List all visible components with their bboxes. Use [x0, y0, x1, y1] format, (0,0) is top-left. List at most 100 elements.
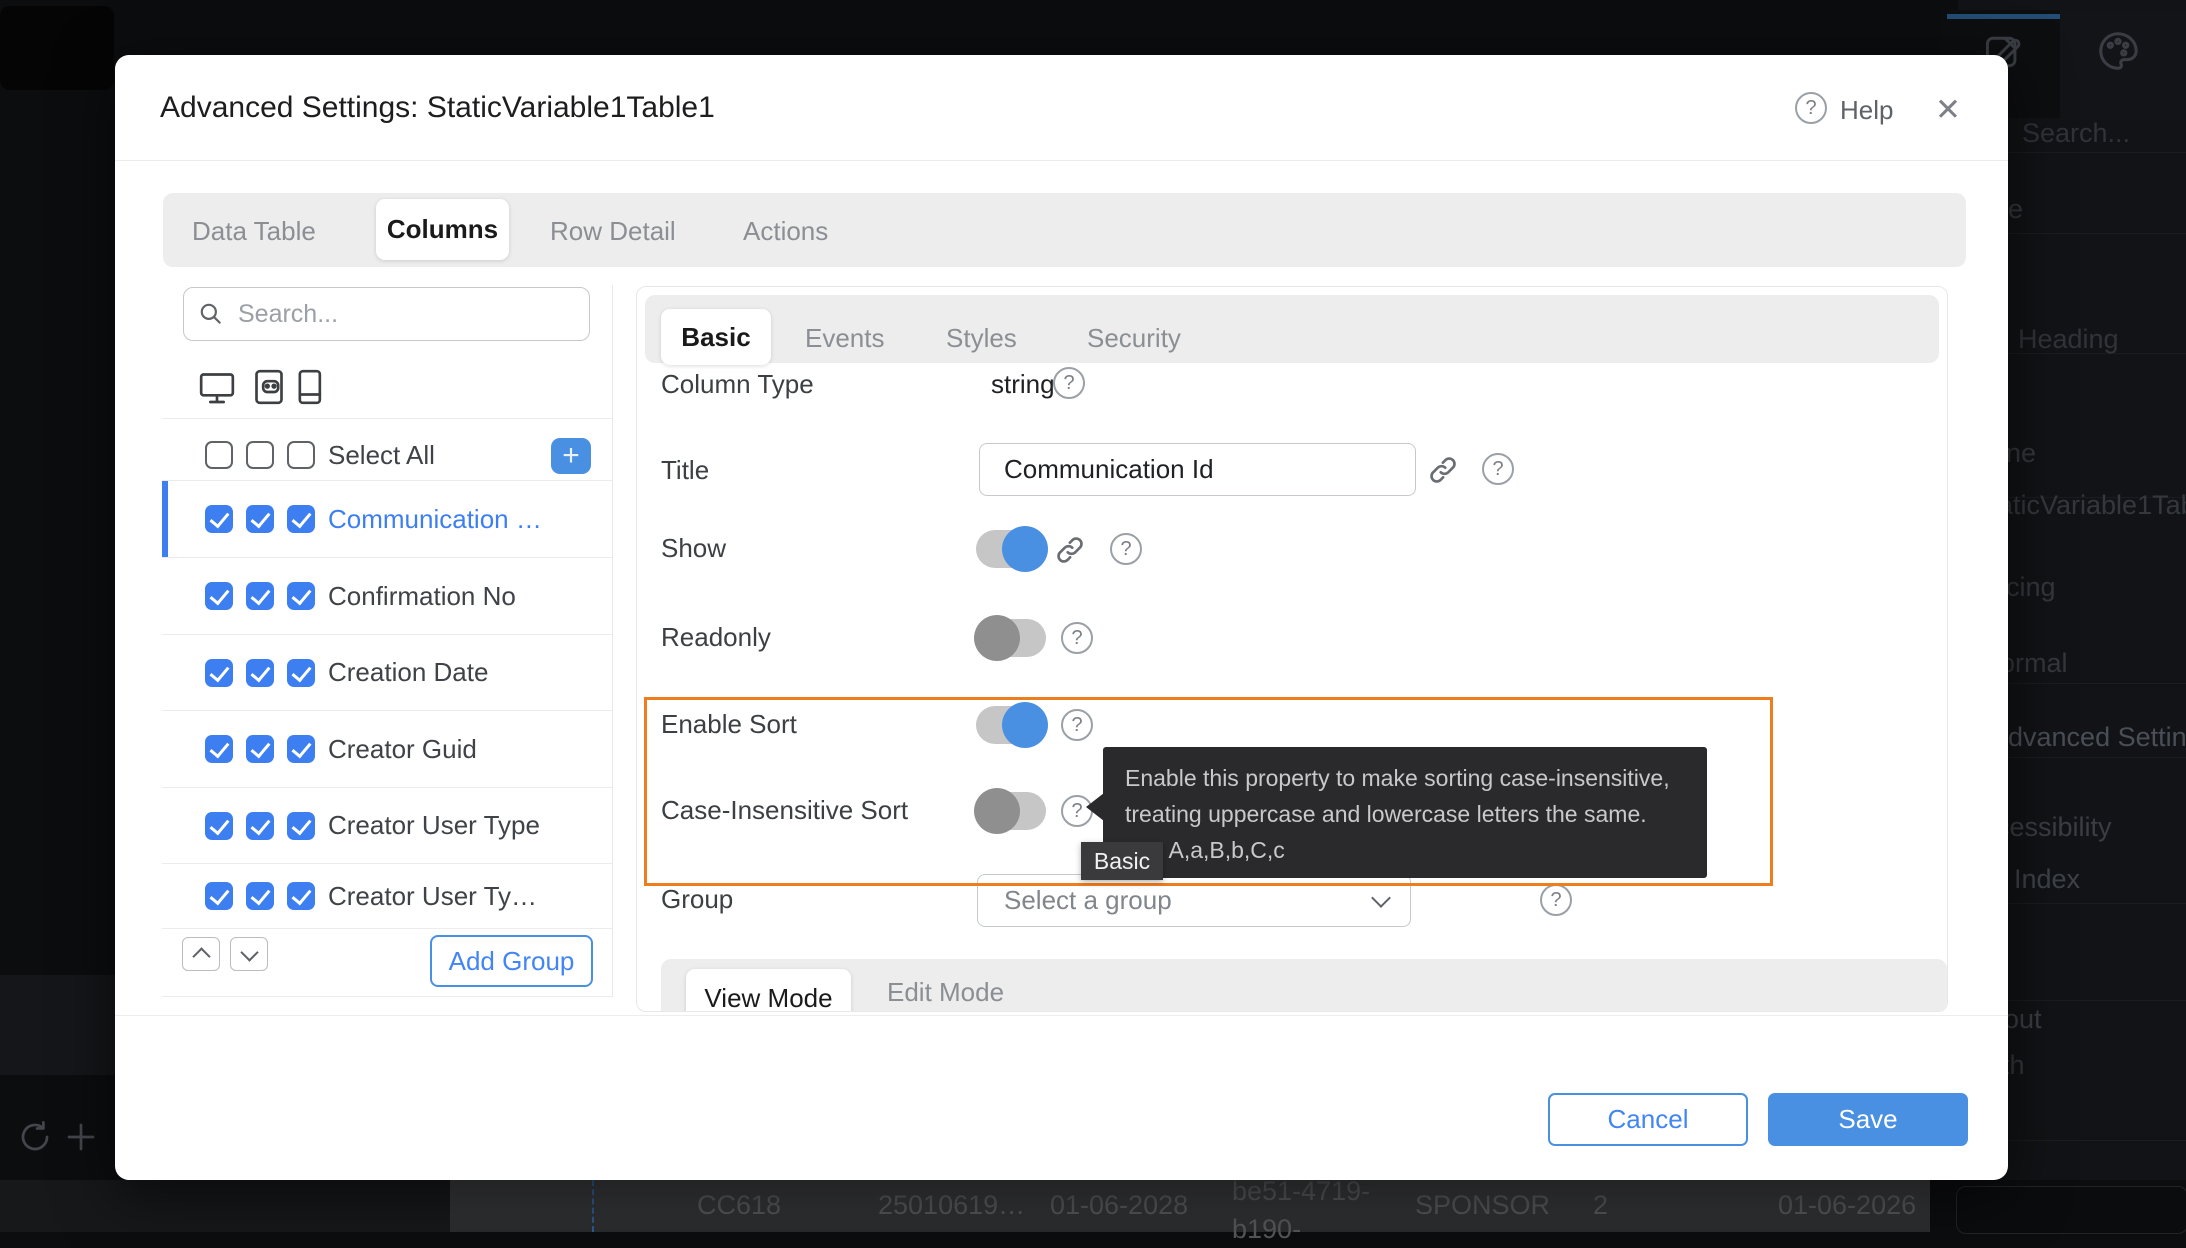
tooltip-badge: Basic [1081, 842, 1163, 880]
group-select-placeholder: Select a group [1004, 885, 1172, 916]
bg-sidebar-label: out [2004, 1004, 2042, 1035]
table-cell: 25010619… [878, 1190, 1025, 1221]
bg-sidebar-label: Index [2014, 864, 2080, 895]
select-all-row[interactable]: Select All [162, 430, 612, 480]
save-button[interactable]: Save [1768, 1093, 1968, 1146]
tablet-checkbox[interactable] [246, 735, 274, 763]
link-icon[interactable] [1054, 534, 1086, 566]
column-type-value: string [991, 369, 1055, 400]
columns-list-panel: Select All + Communication … Confirmatio… [162, 285, 613, 997]
help-icon[interactable]: ? [1540, 884, 1572, 916]
search-input[interactable] [236, 299, 540, 330]
desktop-checkbox[interactable] [205, 812, 233, 840]
desktop-checkbox[interactable] [205, 659, 233, 687]
column-label: Confirmation No [328, 581, 516, 612]
phone-icon[interactable] [289, 367, 329, 407]
tab-view-mode[interactable]: View Mode [686, 969, 851, 1012]
phone-checkbox[interactable] [287, 735, 315, 763]
tablet-checkbox[interactable] [246, 659, 274, 687]
desktop-checkbox[interactable] [205, 582, 233, 610]
table-cell: 01-06-2028 [1050, 1190, 1188, 1221]
tooltip-arrow [1086, 793, 1104, 821]
bg-sidebar-label: Heading [2018, 324, 2119, 355]
tab-styles[interactable]: Styles [946, 323, 1017, 354]
tab-security[interactable]: Security [1087, 323, 1181, 354]
move-down-button[interactable] [230, 937, 268, 971]
tab-row-detail[interactable]: Row Detail [550, 216, 676, 247]
tab-events[interactable]: Events [805, 323, 885, 354]
mode-tab-bar: Edit Mode [661, 959, 1947, 1012]
column-row[interactable]: Creator User Type [162, 787, 612, 863]
bg-sidebar-label: aticVariable1Table [1998, 490, 2186, 521]
show-toggle[interactable] [976, 530, 1046, 568]
bg-sidebar-label: ormal [2000, 648, 2068, 679]
add-group-button[interactable]: Add Group [430, 935, 593, 987]
palette-icon [2095, 28, 2141, 74]
tablet-checkbox[interactable] [246, 582, 274, 610]
chevron-down-icon [240, 943, 258, 961]
chevron-up-icon [192, 947, 210, 965]
phone-checkbox[interactable] [287, 441, 315, 469]
group-label: Group [661, 884, 733, 915]
table-cell: be51-4719-b190- [1232, 1172, 1382, 1248]
tablet-checkbox[interactable] [246, 505, 274, 533]
title-input[interactable] [979, 443, 1416, 496]
phone-checkbox[interactable] [287, 812, 315, 840]
phone-checkbox[interactable] [287, 582, 315, 610]
phone-checkbox[interactable] [287, 659, 315, 687]
tab-data-table[interactable]: Data Table [192, 216, 316, 247]
tablet-checkbox[interactable] [246, 882, 274, 910]
help-link[interactable]: Help [1840, 95, 1893, 126]
phone-checkbox[interactable] [287, 505, 315, 533]
column-label: Creator Guid [328, 734, 477, 765]
desktop-icon[interactable] [197, 367, 237, 407]
bg-column-selection-dashed-line [592, 1180, 594, 1232]
bg-active-tab-indicator [1947, 14, 2060, 19]
modal-title: Advanced Settings: StaticVariable1Table1 [160, 91, 715, 125]
cancel-button[interactable]: Cancel [1548, 1093, 1748, 1146]
help-icon[interactable]: ? [1061, 622, 1093, 654]
help-icon[interactable]: ? [1053, 367, 1085, 399]
tablet-checkbox[interactable] [246, 812, 274, 840]
close-icon[interactable]: ✕ [1935, 92, 1961, 128]
desktop-checkbox[interactable] [205, 735, 233, 763]
column-label: Creator User Ty… [328, 881, 537, 912]
add-column-button[interactable]: + [551, 438, 591, 474]
table-cell: CC618 [697, 1190, 781, 1221]
column-row[interactable]: Creator User Ty… [162, 863, 612, 928]
tab-basic[interactable]: Basic [661, 309, 771, 365]
chevron-down-icon [1371, 888, 1391, 908]
bg-sidebar-label: e [2008, 194, 2023, 225]
tab-columns[interactable]: Columns [376, 199, 509, 260]
column-settings-panel: Basic Events Styles Security Column Type… [636, 286, 1948, 1012]
desktop-checkbox[interactable] [205, 441, 233, 469]
phone-checkbox[interactable] [287, 882, 315, 910]
help-icon[interactable]: ? [1795, 92, 1827, 124]
tab-edit-mode[interactable]: Edit Mode [887, 977, 1004, 1008]
readonly-toggle[interactable] [976, 619, 1046, 657]
select-all-label: Select All [328, 440, 435, 471]
tablet-robot-icon[interactable] [249, 367, 289, 407]
link-icon[interactable] [1427, 454, 1459, 486]
column-row[interactable]: Confirmation No [162, 557, 612, 634]
help-icon[interactable]: ? [1110, 533, 1142, 565]
column-row[interactable]: Creator Guid [162, 710, 612, 787]
background-left-strip [0, 975, 118, 1075]
readonly-label: Readonly [661, 622, 771, 653]
help-icon[interactable]: ? [1482, 453, 1514, 485]
column-row[interactable]: Creation Date [162, 634, 612, 710]
column-label: Communication … [328, 504, 542, 535]
desktop-checkbox[interactable] [205, 505, 233, 533]
bg-sidebar-advanced-settings: dvanced Settings [2008, 722, 2186, 753]
settings-tab-bar: Basic Events Styles Security [645, 295, 1939, 363]
column-row[interactable]: Communication … [162, 480, 612, 557]
divider [162, 928, 612, 929]
move-up-button[interactable] [182, 937, 220, 971]
divider [115, 160, 2008, 161]
tab-actions[interactable]: Actions [743, 216, 828, 247]
toggle-knob [974, 615, 1020, 661]
search-icon [198, 301, 224, 327]
tablet-checkbox[interactable] [246, 441, 274, 469]
modal-tab-bar: Data Table Columns Row Detail Actions [163, 193, 1966, 267]
desktop-checkbox[interactable] [205, 882, 233, 910]
